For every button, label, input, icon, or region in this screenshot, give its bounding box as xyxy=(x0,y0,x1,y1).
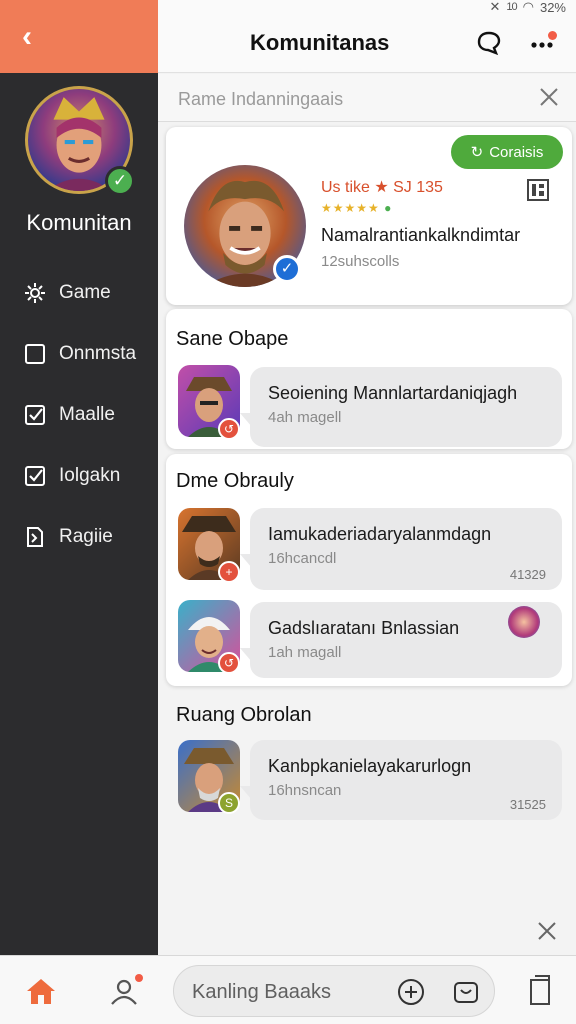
sidebar: ‹ ✓ Komunitan Game Onnmsta Maalle Iolgak… xyxy=(0,0,158,955)
gear-icon xyxy=(22,280,48,306)
bookmark-icon xyxy=(22,524,48,550)
game-badge-icon: S xyxy=(218,792,240,814)
refresh-icon: ↻ xyxy=(470,144,484,161)
grid-icon[interactable] xyxy=(527,179,549,201)
camera-icon[interactable] xyxy=(452,978,480,1006)
checkbox-icon xyxy=(22,463,48,489)
rating-stars: ★★★★★ ● xyxy=(321,201,393,215)
checkbox-icon xyxy=(22,402,48,428)
list-item-subtitle: 16hcancdl xyxy=(268,550,337,567)
list-item-title: Kanbpkanielayakarurlogn xyxy=(268,756,472,776)
notification-dot xyxy=(135,974,143,982)
list-item-subtitle: 16hnsncan xyxy=(268,782,342,799)
status-bar: ✕ 10 ◠ 32% xyxy=(416,0,576,15)
list-item-subtitle: 1ah magall xyxy=(268,644,342,661)
sidebar-item-label: Maalle xyxy=(59,403,115,425)
sidebar-item-game[interactable]: Game xyxy=(0,262,158,323)
verified-check-icon: ✓ xyxy=(105,166,135,196)
wifi-icon: ◠ xyxy=(522,0,534,14)
back-arrow-icon[interactable]: ‹ xyxy=(22,21,32,52)
close-icon[interactable] xyxy=(536,920,558,942)
mute-icon: ✕ xyxy=(489,0,501,14)
close-icon[interactable] xyxy=(538,86,560,108)
profile-avatar-wrap[interactable]: ✓ xyxy=(25,86,135,200)
home-icon[interactable] xyxy=(24,976,58,1006)
sidebar-item-label: Game xyxy=(59,281,111,303)
featured-action-button[interactable]: ↻ Coraisis xyxy=(451,135,563,169)
featured-name: Namalrantiankalkndimtar xyxy=(321,225,521,245)
search-bar[interactable]: Rame Indanningaais xyxy=(158,74,576,122)
featured-button-label: Coraisis xyxy=(489,143,544,161)
game-badge-icon: ↺ xyxy=(218,652,240,674)
sidebar-item-onnmsta[interactable]: Onnmsta xyxy=(0,323,158,384)
chat-bubble-icon[interactable] xyxy=(476,30,502,56)
list-item[interactable]: Gadslıaratanı Bnlassian 1ah magall xyxy=(240,602,562,678)
list-item[interactable]: Iamukaderiadaryalanmdagn 16hcancdl 41329 xyxy=(240,508,562,590)
game-badge-icon: + xyxy=(218,561,240,583)
sidebar-menu: Game Onnmsta Maalle Iolgakn Ragiie xyxy=(0,262,158,567)
sidebar-item-iolgakn[interactable]: Iolgakn xyxy=(0,445,158,506)
sidebar-item-ragiie[interactable]: Ragiie xyxy=(0,506,158,567)
verified-badge-icon: ✓ xyxy=(273,255,301,283)
sidebar-title: Komunitan xyxy=(26,210,132,235)
mini-avatar[interactable] xyxy=(508,606,540,638)
featured-subtitle: 12suhscolls xyxy=(321,253,400,270)
list-item[interactable]: Kanbpkanielayakarurlogn 16hnsncan 31525 xyxy=(240,740,562,820)
square-icon xyxy=(22,341,48,367)
list-item-subtitle: 4ah magell xyxy=(268,409,342,426)
green-dot-icon: ● xyxy=(384,201,393,215)
list-item-title: Gadslıaratanı Bnlassian xyxy=(268,618,460,638)
document-icon[interactable] xyxy=(527,974,553,1006)
search-input[interactable]: Rame Indanningaais xyxy=(178,89,343,110)
list-item-count: 41329 xyxy=(509,567,546,582)
add-icon[interactable] xyxy=(397,978,425,1006)
sidebar-item-label: Onnmsta xyxy=(59,342,137,364)
list-item-title: Seoiening Mannlartardaniqjagh xyxy=(268,383,518,403)
message-composer[interactable]: Kanling Baaaks xyxy=(173,965,495,1017)
signal-text: 10 xyxy=(506,1,517,13)
section-title: Dme Obrauly xyxy=(176,470,294,492)
page-title: Komunitanas xyxy=(250,30,390,55)
list-item[interactable]: Seoiening Mannlartardaniqjagh 4ah magell xyxy=(240,367,562,447)
section-title: Sane Obape xyxy=(176,328,289,350)
featured-card[interactable]: ↻ Coraisis ✓ Us tike ★ SJ 135 ★★★★★ ● Na… xyxy=(166,127,572,305)
list-item-count: 31525 xyxy=(509,797,546,812)
battery-text: 32% xyxy=(539,0,566,15)
sidebar-top-bar: ‹ xyxy=(0,0,158,73)
section-title: Ruang Obrolan xyxy=(176,704,312,726)
featured-tag: Us tike ★ SJ 135 xyxy=(321,179,443,196)
message-input[interactable]: Kanling Baaaks xyxy=(192,981,331,1004)
sidebar-item-label: Iolgakn xyxy=(59,464,121,486)
sidebar-item-label: Ragiie xyxy=(59,525,113,547)
list-item-title: Iamukaderiadaryalanmdagn xyxy=(268,524,492,544)
sidebar-item-maalle[interactable]: Maalle xyxy=(0,384,158,445)
game-badge-icon: ↺ xyxy=(218,418,240,440)
notification-dot xyxy=(548,31,557,40)
bottom-tab-bar: Kanling Baaaks xyxy=(0,955,576,1024)
